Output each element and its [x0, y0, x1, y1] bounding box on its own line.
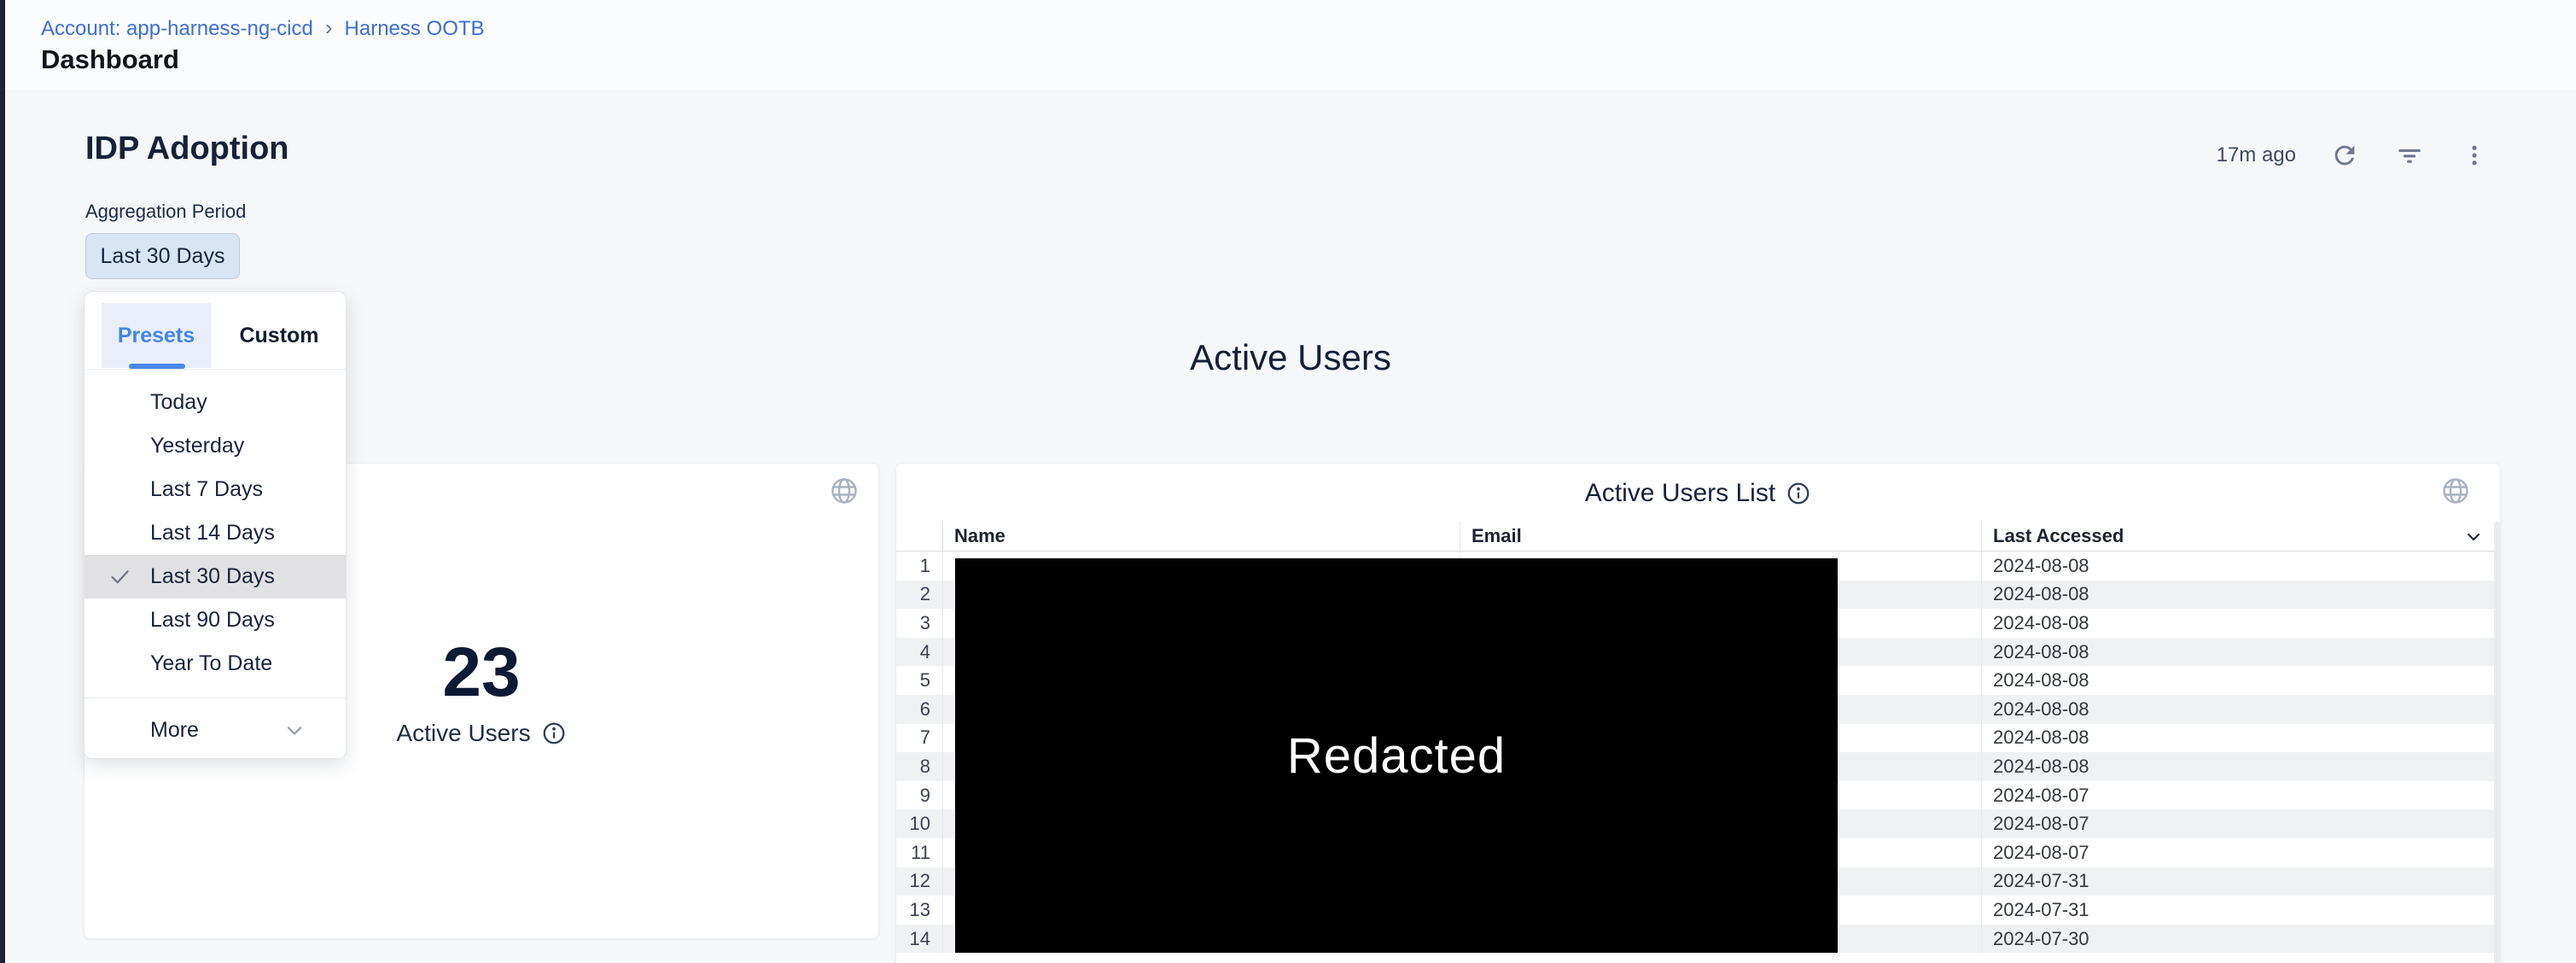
preset-option-today[interactable]: Today	[85, 381, 346, 424]
breadcrumb-current-link[interactable]: Harness OOTB	[345, 17, 485, 41]
row-number-cell: 2	[896, 581, 943, 610]
row-number-cell: 14	[896, 925, 943, 954]
preset-option-yesterday[interactable]: Yesterday	[85, 424, 346, 468]
last-accessed-label: Last Accessed	[1993, 525, 2124, 547]
preset-option-label: Year To Date	[150, 651, 272, 676]
last-accessed-cell: 2024-08-08	[1981, 666, 2496, 695]
row-number-cell: 1	[896, 552, 943, 581]
dashboard-content: IDP Adoption 17m ago Aggregation Period …	[5, 90, 2576, 963]
refresh-icon	[2330, 141, 2359, 170]
dashboard-widget-title: IDP Adoption	[85, 131, 289, 167]
last-accessed-cell: 2024-07-30	[1981, 925, 2496, 954]
more-options-button[interactable]	[2458, 139, 2491, 172]
row-number-cell: 11	[896, 838, 943, 867]
row-number-cell: 13	[896, 896, 943, 925]
last-accessed-cell: 2024-08-08	[1981, 724, 2496, 753]
active-users-list-card: Active Users List Name Email Last Access…	[895, 463, 2501, 963]
preset-option-last-90-days[interactable]: Last 90 Days	[85, 598, 346, 642]
last-accessed-cell: 2024-07-31	[1981, 896, 2496, 925]
preset-option-last-14-days[interactable]: Last 14 Days	[85, 511, 346, 555]
tab-custom[interactable]: Custom	[228, 303, 330, 368]
row-number-cell: 7	[896, 724, 943, 753]
last-accessed-cell: 2024-08-08	[1981, 752, 2496, 781]
last-accessed-cell: 2024-08-08	[1981, 552, 2496, 581]
last-accessed-cell: 2024-08-07	[1981, 809, 2496, 838]
collapsed-sidebar-edge	[0, 0, 5, 963]
metric-label: Active Users	[396, 720, 530, 747]
dropdown-divider	[85, 697, 346, 698]
top-header: Account: app-harness-ng-cicd › Harness O…	[5, 0, 2576, 90]
last-accessed-cell: 2024-08-08	[1981, 695, 2496, 724]
redacted-overlay: Redacted	[955, 558, 1838, 953]
info-icon[interactable]	[541, 721, 567, 746]
sort-chevron-icon[interactable]	[2463, 527, 2484, 547]
globe-icon[interactable]	[829, 476, 860, 506]
preset-option-last-7-days[interactable]: Last 7 Days	[85, 468, 346, 511]
row-number-cell: 9	[896, 781, 943, 810]
breadcrumb-chevron-icon: ›	[325, 17, 333, 38]
filter-icon	[2395, 141, 2424, 170]
section-heading: Active Users	[5, 337, 2576, 378]
last-refreshed-label: 17m ago	[2217, 143, 2296, 167]
row-number-cell: 3	[896, 609, 943, 638]
preset-option-last-30-days[interactable]: Last 30 Days	[85, 555, 346, 598]
row-number-cell: 5	[896, 666, 943, 695]
page-title: Dashboard	[41, 44, 179, 75]
refresh-button[interactable]	[2328, 139, 2361, 172]
dashboard-controls: 17m ago	[2217, 139, 2491, 172]
preset-option-label: Last 7 Days	[150, 477, 263, 502]
aggregation-period-label: Aggregation Period	[85, 201, 246, 223]
redacted-label: Redacted	[1287, 727, 1506, 785]
table-header-row: Name Email Last Accessed	[896, 522, 2496, 552]
last-accessed-cell: 2024-08-07	[1981, 781, 2496, 810]
last-accessed-cell: 2024-08-08	[1981, 638, 2496, 667]
row-number-cell: 12	[896, 867, 943, 896]
breadcrumb: Account: app-harness-ng-cicd › Harness O…	[41, 17, 485, 41]
preset-option-label: Last 90 Days	[150, 608, 275, 633]
table-title: Active Users List	[1585, 479, 1775, 508]
row-number-cell: 6	[896, 695, 943, 724]
more-label: More	[150, 718, 199, 743]
row-number-cell: 10	[896, 809, 943, 838]
preset-option-label: Today	[150, 390, 207, 415]
column-header-email[interactable]: Email	[1460, 522, 1981, 551]
tab-presets[interactable]: Presets	[102, 303, 211, 368]
row-number-cell: 4	[896, 638, 943, 667]
last-accessed-cell: 2024-08-07	[1981, 838, 2496, 867]
more-presets-button[interactable]: More	[85, 708, 346, 753]
preset-options-list: Today Yesterday Last 7 Days Last 14 Days Las…	[85, 381, 346, 686]
breadcrumb-account-link[interactable]: Account: app-harness-ng-cicd	[41, 17, 313, 41]
preset-option-label: Yesterday	[150, 434, 244, 458]
table-scrollbar[interactable]	[2494, 522, 2500, 963]
period-dropdown-panel: Presets Custom Today Yesterday Last 7 Days…	[84, 291, 347, 759]
last-accessed-cell: 2024-08-08	[1981, 609, 2496, 638]
preset-option-label: Last 14 Days	[150, 521, 275, 546]
row-number-column-header	[896, 522, 943, 551]
row-number-cell: 8	[896, 752, 943, 781]
last-accessed-cell: 2024-08-08	[1981, 581, 2496, 610]
preset-option-year-to-date[interactable]: Year To Date	[85, 642, 346, 686]
column-header-last-accessed[interactable]: Last Accessed	[1981, 522, 2496, 551]
preset-option-label: Last 30 Days	[150, 564, 275, 589]
aggregation-period-selector[interactable]: Last 30 Days	[85, 233, 240, 279]
column-header-name[interactable]: Name	[943, 522, 1460, 551]
filter-button[interactable]	[2393, 139, 2426, 172]
chevron-down-icon	[283, 719, 306, 743]
info-icon[interactable]	[1786, 481, 1811, 506]
last-accessed-cell: 2024-07-31	[1981, 867, 2496, 896]
tabs-divider	[85, 369, 346, 370]
checkmark-icon	[108, 565, 131, 588]
kebab-menu-icon	[2462, 143, 2487, 168]
